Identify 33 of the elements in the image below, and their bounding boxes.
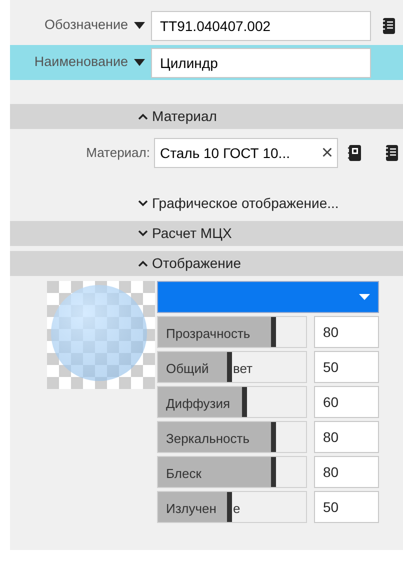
section-header[interactable]: Графическое отображение... <box>10 186 403 220</box>
slider-label: Излучен <box>166 500 216 518</box>
field-label-dropdown[interactable]: Наименование <box>10 52 151 73</box>
slider[interactable]: Зеркальность <box>157 421 307 453</box>
value-field[interactable]: 80 <box>314 421 379 453</box>
field-label: Материал: <box>85 144 151 162</box>
slider-label: вет <box>233 360 253 378</box>
selected-row[interactable]: Наименование Цилиндр <box>10 45 403 80</box>
slider-label: е <box>233 500 240 518</box>
field-label-dropdown[interactable]: Обозначение <box>10 15 151 36</box>
text-field[interactable]: Цилиндр <box>151 48 371 78</box>
slider[interactable]: Блеск <box>157 456 307 488</box>
slider-label: Блеск <box>166 465 202 483</box>
value-field[interactable]: 80 <box>314 316 379 348</box>
value-field[interactable]: 60 <box>314 386 379 418</box>
clear-button[interactable]: × <box>321 143 333 163</box>
value-field[interactable]: 50 <box>314 351 379 383</box>
value-field[interactable]: 50 <box>314 491 379 523</box>
field-row[interactable]: Обозначение ТТ91.040407.002 <box>10 8 403 43</box>
slider[interactable]: Излучен е <box>157 491 307 523</box>
slider[interactable]: Прозрачность <box>157 316 307 348</box>
slider-label: Общий <box>166 360 209 378</box>
value-field[interactable]: 80 <box>314 456 379 488</box>
section-header[interactable]: Отображение <box>10 251 403 276</box>
slider[interactable]: Общий вет <box>157 351 307 383</box>
section-header[interactable]: Материал <box>10 104 403 129</box>
slider-label: Диффузия <box>166 395 230 413</box>
material-field[interactable]: Сталь 10 ГОСТ 10... × <box>154 138 338 168</box>
slider-label: Прозрачность <box>166 325 250 343</box>
text-field[interactable]: ТТ91.040407.002 <box>151 10 371 40</box>
slider-label: Зеркальность <box>166 430 250 448</box>
section-header[interactable]: Расчет МЦХ <box>10 221 403 246</box>
slider[interactable]: Диффузия <box>157 386 307 418</box>
